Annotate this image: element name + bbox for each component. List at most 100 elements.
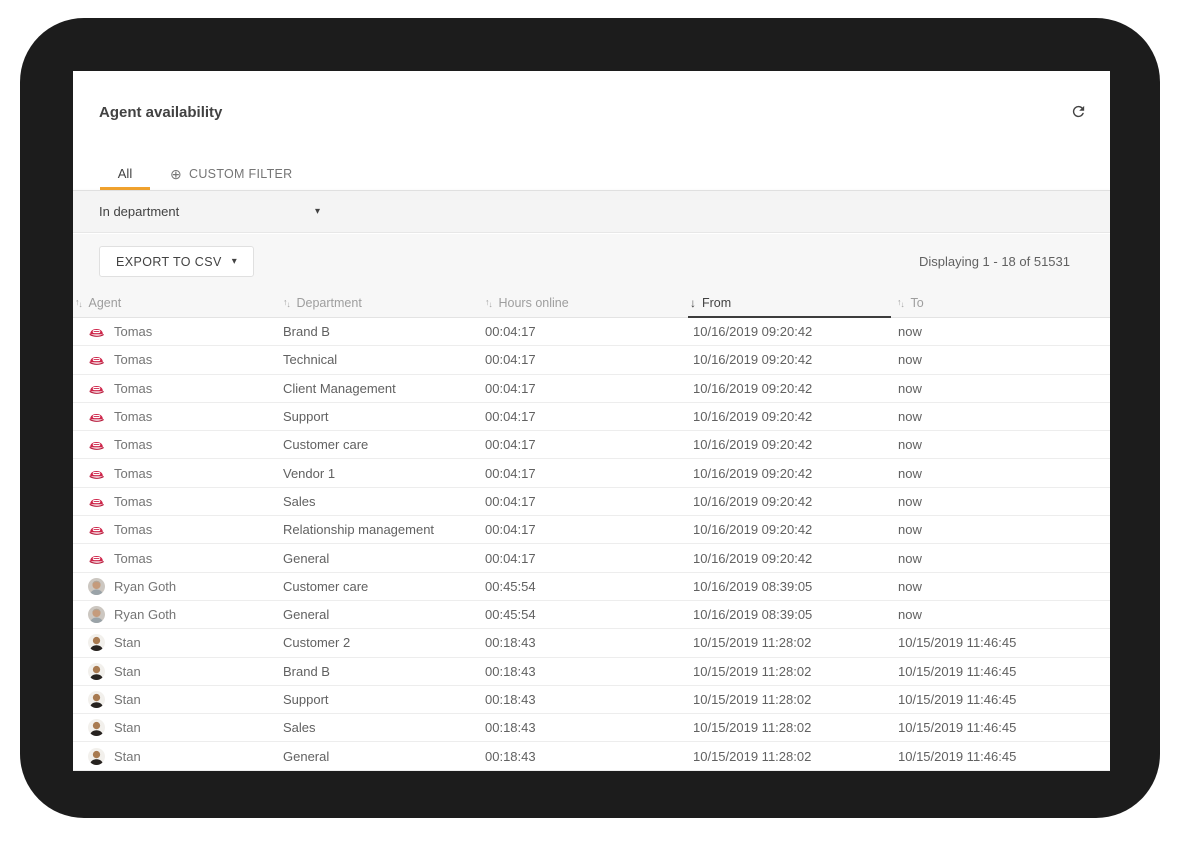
agent-cell: Ryan Goth <box>73 578 281 595</box>
from-cell: 10/15/2019 11:28:02 <box>688 749 895 764</box>
department-cell: General <box>281 607 483 622</box>
agent-name: Stan <box>114 635 141 650</box>
agent-name: Tomas <box>114 551 152 566</box>
column-header-hours-online[interactable]: ↑↓ Hours online <box>483 289 688 317</box>
tab-all-label: All <box>118 166 132 181</box>
hours-online-cell: 00:45:54 <box>483 579 688 594</box>
photo-dark-avatar <box>88 663 105 680</box>
agent-name: Tomas <box>114 352 152 367</box>
agent-cell: Stan <box>73 748 281 765</box>
department-cell: Customer care <box>281 579 483 594</box>
table-row[interactable]: Stan Sales 00:18:43 10/15/2019 11:28:02 … <box>73 714 1110 742</box>
hours-online-cell: 00:04:17 <box>483 437 688 452</box>
agent-cell: Stan <box>73 719 281 736</box>
photo-dark-avatar <box>88 719 105 736</box>
refresh-button[interactable] <box>1068 101 1088 121</box>
column-header-to[interactable]: ↑↓ To <box>895 289 1110 317</box>
table-row[interactable]: Stan General 00:18:43 10/15/2019 11:28:0… <box>73 742 1110 770</box>
photo-dark-avatar <box>88 748 105 765</box>
from-cell: 10/15/2019 11:28:02 <box>688 635 895 650</box>
photo-dark-avatar <box>88 634 105 651</box>
agent-name: Tomas <box>114 494 152 509</box>
to-cell: now <box>895 352 1110 367</box>
red-cap-avatar <box>88 521 105 538</box>
tab-custom-filter-label: CUSTOM FILTER <box>189 167 292 181</box>
department-filter-select[interactable]: In department ▾ <box>99 204 320 219</box>
from-cell: 10/16/2019 09:20:42 <box>688 466 895 481</box>
table-row[interactable]: Stan Customer 2 00:18:43 10/15/2019 11:2… <box>73 629 1110 657</box>
agent-name: Ryan Goth <box>114 579 176 594</box>
table-row[interactable]: Tomas Support 00:04:17 10/16/2019 09:20:… <box>73 403 1110 431</box>
red-cap-avatar <box>88 380 105 397</box>
table-row[interactable]: Tomas Relationship management 00:04:17 1… <box>73 516 1110 544</box>
to-cell: now <box>895 494 1110 509</box>
agent-cell: Stan <box>73 691 281 708</box>
tab-all[interactable]: All <box>100 160 150 190</box>
department-cell: Support <box>281 692 483 707</box>
table-row[interactable]: Stan Brand B 00:18:43 10/15/2019 11:28:0… <box>73 658 1110 686</box>
from-cell: 10/16/2019 09:20:42 <box>688 494 895 509</box>
table-row[interactable]: Tomas Client Management 00:04:17 10/16/2… <box>73 375 1110 403</box>
agent-name: Stan <box>114 720 141 735</box>
from-cell: 10/16/2019 09:20:42 <box>688 437 895 452</box>
export-to-csv-button[interactable]: EXPORT TO CSV ▾ <box>99 246 254 277</box>
table-row[interactable]: Tomas Technical 00:04:17 10/16/2019 09:2… <box>73 346 1110 374</box>
to-cell: 10/15/2019 11:46:45 <box>895 692 1110 707</box>
red-cap-avatar <box>88 408 105 425</box>
department-cell: Sales <box>281 720 483 735</box>
hours-online-cell: 00:18:43 <box>483 749 688 764</box>
from-cell: 10/16/2019 09:20:42 <box>688 522 895 537</box>
table-toolbar: EXPORT TO CSV ▾ Displaying 1 - 18 of 515… <box>73 234 1110 289</box>
agent-cell: Tomas <box>73 351 281 368</box>
table-row[interactable]: Ryan Goth Customer care 00:45:54 10/16/2… <box>73 573 1110 601</box>
photo-light-avatar <box>88 606 105 623</box>
column-header-department[interactable]: ↑↓ Department <box>281 289 483 317</box>
agent-name: Stan <box>114 749 141 764</box>
table-row[interactable]: Tomas Brand B 00:04:17 10/16/2019 09:20:… <box>73 318 1110 346</box>
filter-bar: In department ▾ <box>73 191 1110 233</box>
table-header: ↑↓ Agent ↑↓ Department ↑↓ Hours online ↓… <box>73 289 1110 318</box>
red-cap-avatar <box>88 323 105 340</box>
to-cell: now <box>895 324 1110 339</box>
from-cell: 10/16/2019 09:20:42 <box>688 551 895 566</box>
agent-cell: Tomas <box>73 493 281 510</box>
table-row[interactable]: Tomas Vendor 1 00:04:17 10/16/2019 09:20… <box>73 459 1110 487</box>
to-cell: now <box>895 607 1110 622</box>
to-cell: now <box>895 522 1110 537</box>
red-cap-avatar <box>88 351 105 368</box>
sort-up-down-icon: ↑↓ <box>897 298 905 309</box>
agent-name: Ryan Goth <box>114 607 176 622</box>
table-row[interactable]: Tomas General 00:04:17 10/16/2019 09:20:… <box>73 544 1110 572</box>
agent-cell: Ryan Goth <box>73 606 281 623</box>
hours-online-cell: 00:18:43 <box>483 720 688 735</box>
agent-cell: Tomas <box>73 521 281 538</box>
agent-availability-panel: Agent availability All ⊕ CUSTOM FILTER I… <box>73 71 1110 771</box>
department-cell: Sales <box>281 494 483 509</box>
hours-online-cell: 00:04:17 <box>483 466 688 481</box>
column-header-from[interactable]: ↓ From <box>688 289 895 317</box>
chevron-down-icon: ▾ <box>315 207 320 217</box>
hours-online-cell: 00:18:43 <box>483 664 688 679</box>
to-cell: now <box>895 466 1110 481</box>
agent-cell: Stan <box>73 663 281 680</box>
column-header-agent[interactable]: ↑↓ Agent <box>73 289 281 317</box>
table-row[interactable]: Tomas Sales 00:04:17 10/16/2019 09:20:42… <box>73 488 1110 516</box>
hours-online-cell: 00:04:17 <box>483 352 688 367</box>
department-cell: Support <box>281 409 483 424</box>
table-row[interactable]: Stan Support 00:18:43 10/15/2019 11:28:0… <box>73 686 1110 714</box>
department-cell: Customer care <box>281 437 483 452</box>
agent-cell: Tomas <box>73 323 281 340</box>
department-cell: General <box>281 551 483 566</box>
table-body: Tomas Brand B 00:04:17 10/16/2019 09:20:… <box>73 318 1110 771</box>
table-row[interactable]: Ryan Goth General 00:45:54 10/16/2019 08… <box>73 601 1110 629</box>
table-row[interactable]: Tomas Customer care 00:04:17 10/16/2019 … <box>73 431 1110 459</box>
page-title: Agent availability <box>99 104 222 121</box>
from-cell: 10/16/2019 09:20:42 <box>688 381 895 396</box>
from-cell: 10/15/2019 11:28:02 <box>688 692 895 707</box>
agent-cell: Tomas <box>73 550 281 567</box>
agent-cell: Tomas <box>73 380 281 397</box>
department-cell: Brand B <box>281 664 483 679</box>
agent-name: Tomas <box>114 409 152 424</box>
to-cell: 10/15/2019 11:46:45 <box>895 635 1110 650</box>
tab-custom-filter[interactable]: ⊕ CUSTOM FILTER <box>166 160 296 190</box>
